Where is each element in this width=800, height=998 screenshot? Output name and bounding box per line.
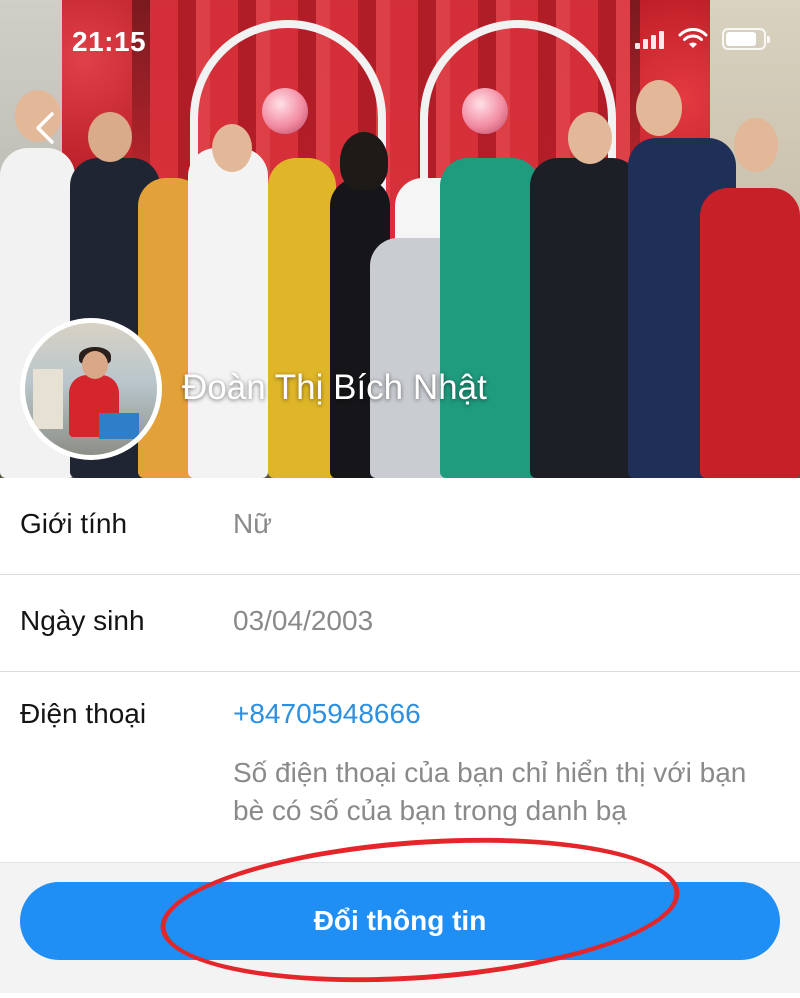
avatar-head	[82, 351, 108, 379]
cover-person	[440, 158, 540, 478]
chevron-left-icon[interactable]	[26, 108, 66, 148]
info-row-birthday: Ngày sinh 03/04/2003	[0, 575, 800, 672]
phone-link[interactable]: +84705948666	[233, 698, 421, 730]
cover-person-hair	[340, 132, 388, 190]
profile-name: Đoàn Thị Bích Nhật	[182, 368, 487, 407]
avatar-box	[99, 413, 139, 439]
battery-icon	[722, 28, 770, 50]
signal-icon	[635, 29, 664, 49]
cover-photo[interactable]: 21:15 Đoàn Thị Bích Nhật	[0, 0, 800, 478]
cover-person-head	[568, 112, 612, 164]
cover-person	[268, 158, 336, 478]
status-icons	[635, 28, 770, 50]
birthday-label: Ngày sinh	[20, 605, 145, 636]
avatar[interactable]	[20, 318, 162, 460]
birthday-value: 03/04/2003	[233, 605, 374, 636]
profile-info-list: Giới tính Nữ Ngày sinh 03/04/2003 Điện t…	[0, 478, 800, 864]
status-bar: 21:15	[0, 0, 800, 80]
gender-value: Nữ	[233, 508, 272, 539]
cover-person-head	[88, 112, 132, 162]
cover-person	[700, 188, 800, 478]
cover-lantern	[262, 88, 308, 134]
info-row-gender: Giới tính Nữ	[0, 478, 800, 575]
cover-person-head	[212, 124, 252, 172]
wifi-icon	[678, 28, 708, 48]
gender-label: Giới tính	[20, 508, 128, 539]
phone-label: Điện thoại	[20, 698, 147, 729]
cover-person	[530, 158, 640, 478]
phone-privacy-note: Số điện thoại của bạn chỉ hiển thị với b…	[233, 757, 747, 826]
cover-person-head	[734, 118, 778, 172]
cover-person-head	[636, 80, 682, 136]
cover-person	[188, 148, 268, 478]
cover-lantern	[462, 88, 508, 134]
info-row-phone: Điện thoại +84705948666 Số điện thoại củ…	[0, 672, 800, 864]
status-time: 21:15	[72, 26, 147, 57]
avatar-shelf	[33, 369, 63, 429]
